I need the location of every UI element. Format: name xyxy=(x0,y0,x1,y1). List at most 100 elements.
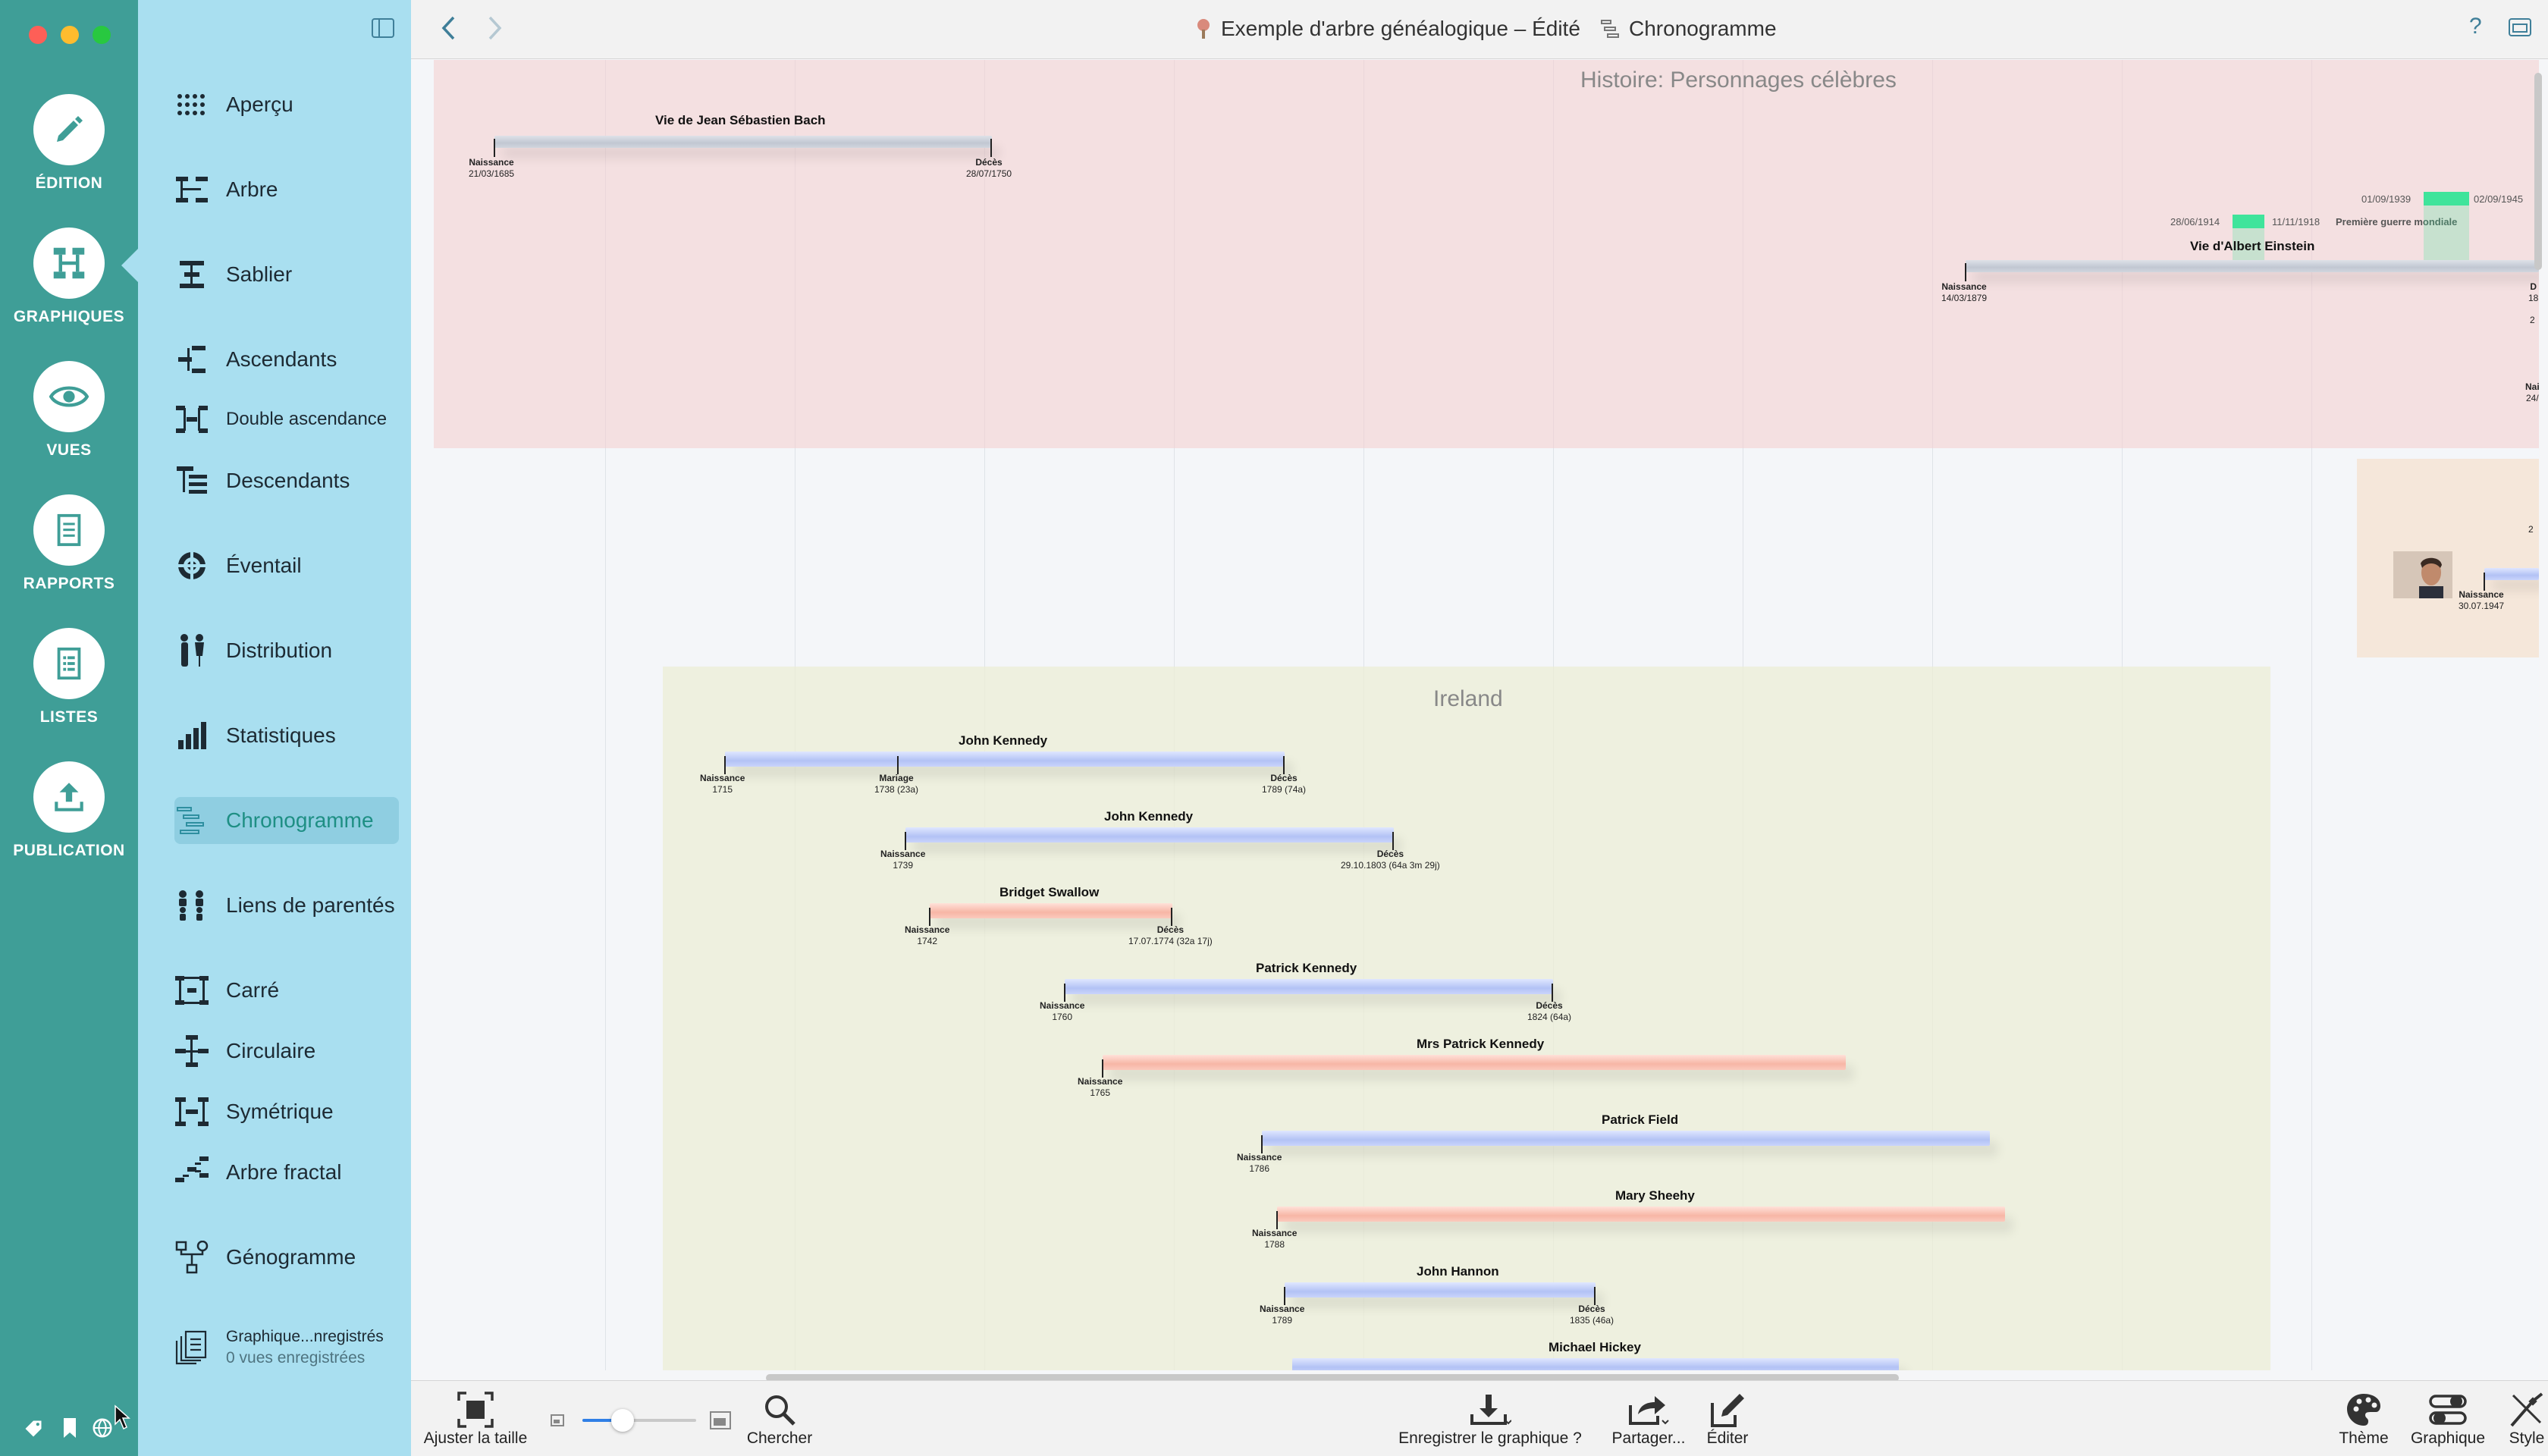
person-life-bar[interactable] xyxy=(930,903,1172,918)
person-life-bar[interactable] xyxy=(725,752,1285,767)
sidebar-item-distribution[interactable]: Distribution xyxy=(174,627,402,674)
einstein-life-bar[interactable] xyxy=(1966,260,2539,272)
death-event: Décès 1789 (74a) xyxy=(1262,773,1306,795)
zoom-slider-thumb[interactable] xyxy=(610,1409,634,1432)
document-title-text: Exemple d'arbre généalogique – Édité xyxy=(1221,17,1580,40)
bar-chart-icon xyxy=(178,722,206,749)
rail-item-listes[interactable]: LISTES xyxy=(0,628,138,726)
bach-life-bar[interactable] xyxy=(494,136,992,148)
sidebar-item-label: Chronogramme xyxy=(226,808,374,832)
fit-size-button[interactable]: Ajuster la taille xyxy=(422,1390,529,1448)
window-header: Exemple d'arbre généalogique – Édité Chr… xyxy=(411,0,2548,59)
sidebar-item-circulaire[interactable]: Circulaire xyxy=(174,1028,402,1075)
person-life-bar[interactable] xyxy=(1103,1055,1846,1070)
portrait-life-bar[interactable] xyxy=(2484,568,2539,580)
sidebar-item-descendants[interactable]: Descendants xyxy=(174,457,402,504)
sidebar-item-genogramme[interactable]: Génogramme xyxy=(174,1234,402,1281)
rail-item-publication[interactable]: PUBLICATION xyxy=(0,761,138,860)
window-icon xyxy=(2509,18,2531,36)
sidebar-item-label: Sablier xyxy=(226,262,293,286)
sidebar-item-double-ascendance[interactable]: Double ascendance xyxy=(174,396,402,443)
person-life-bar[interactable] xyxy=(1285,1282,1596,1298)
eye-icon xyxy=(49,386,89,407)
graph-settings-button[interactable]: Graphique xyxy=(2402,1390,2493,1448)
birth-event: Naissance 1786 xyxy=(1237,1152,1282,1175)
zoom-window-button[interactable] xyxy=(93,26,111,44)
sidebar-item-liens-de-parentes[interactable]: Liens de parentés xyxy=(174,882,402,929)
rail-item-graphiques[interactable]: GRAPHIQUES xyxy=(0,228,138,326)
event-label: Décès xyxy=(1156,924,1185,935)
event-date: 29.10.1803 (64a 3m 29j) xyxy=(1341,860,1440,871)
bookmark-icon[interactable] xyxy=(61,1417,79,1439)
fit-size-label: Ajuster la taille xyxy=(423,1429,528,1447)
event-tick xyxy=(1594,1287,1596,1305)
globe-icon[interactable] xyxy=(91,1417,114,1439)
download-icon xyxy=(1470,1395,1511,1425)
window-mode-button[interactable] xyxy=(2509,18,2531,42)
sidebar-item-apercu[interactable]: Aperçu xyxy=(174,81,402,128)
theme-button[interactable]: Thème xyxy=(2330,1390,2398,1448)
search-button[interactable]: Chercher xyxy=(736,1390,824,1448)
sidebar-item-saved-charts[interactable]: Graphique...nregistrés 0 vues enregistré… xyxy=(174,1320,402,1375)
bach-death-tick xyxy=(990,139,992,157)
event-date: 1789 (74a) xyxy=(1262,784,1307,795)
ww1-start: 28/06/1914 xyxy=(2170,216,2220,228)
family-tree-doc-icon xyxy=(1197,19,1210,39)
person-life-bar[interactable] xyxy=(1262,1131,1990,1146)
ww2-bar[interactable] xyxy=(2424,192,2469,206)
style-button[interactable]: Style xyxy=(2506,1390,2548,1448)
ww1-bar[interactable] xyxy=(2233,215,2264,228)
rail-label: VUES xyxy=(46,441,92,459)
person-life-bar[interactable] xyxy=(1277,1207,2005,1222)
sidebar-item-symetrique[interactable]: Symétrique xyxy=(174,1088,402,1135)
share-button[interactable]: Partager... xyxy=(1603,1390,1694,1448)
saved-charts-count: 0 vues enregistrées xyxy=(226,1349,366,1367)
sidebar-item-sablier[interactable]: Sablier xyxy=(174,251,402,298)
event-tick xyxy=(929,908,930,926)
sidebar-toggle-icon[interactable] xyxy=(372,18,394,42)
edit-pencil-icon xyxy=(1711,1394,1744,1427)
help-button[interactable]: ? xyxy=(2469,14,2482,39)
sidebar-item-chronogramme[interactable]: Chronogramme xyxy=(174,797,399,844)
sidebar-item-statistiques[interactable]: Statistiques xyxy=(174,712,402,759)
person-life-bar[interactable] xyxy=(905,827,1394,843)
back-button[interactable] xyxy=(440,15,457,45)
tag-icon[interactable] xyxy=(23,1418,44,1439)
sidebar-item-arbre-fractal[interactable]: Arbre fractal xyxy=(174,1149,402,1196)
person-life-bar[interactable] xyxy=(1292,1358,1899,1370)
edit-button[interactable]: Éditer xyxy=(1690,1390,1765,1448)
sidebar-item-eventail[interactable]: Éventail xyxy=(174,542,402,589)
event-label: Décès xyxy=(1270,773,1298,783)
save-chart-button[interactable]: Enregistrer le graphique ? xyxy=(1395,1390,1585,1448)
zoom-slider[interactable] xyxy=(582,1409,696,1432)
zoom-out-icon[interactable] xyxy=(551,1414,564,1430)
sidebar-item-ascendants[interactable]: Ascendants xyxy=(174,336,402,383)
rail-item-rapports[interactable]: RAPPORTS xyxy=(0,494,138,593)
rail-item-edition[interactable]: ÉDITION xyxy=(0,94,138,193)
event-label: Naissance xyxy=(905,924,950,935)
sidebar-item-label: Éventail xyxy=(226,554,302,577)
list-icon xyxy=(57,647,81,680)
event-label: Naissance xyxy=(1040,1000,1085,1011)
bach-name: Vie de Jean Sébastien Bach xyxy=(655,113,826,127)
vertical-scrollbar[interactable] xyxy=(2534,73,2542,270)
edge-stub: 2 xyxy=(2528,524,2534,535)
zoom-in-icon[interactable] xyxy=(710,1411,731,1433)
ww2-end: 02/09/1945 xyxy=(2474,193,2524,205)
close-window-button[interactable] xyxy=(29,26,47,44)
sidebar-item-carre[interactable]: Carré xyxy=(174,967,402,1014)
rail-item-vues[interactable]: VUES xyxy=(0,361,138,460)
sidebar-item-arbre[interactable]: Arbre xyxy=(174,166,402,213)
person-photo[interactable] xyxy=(2393,551,2452,598)
birth-event: Naissance 1789 xyxy=(1260,1304,1304,1326)
event-label: D xyxy=(2530,281,2537,292)
event-date: 1824 (64a) xyxy=(1527,1012,1572,1022)
person-life-bar[interactable] xyxy=(1065,979,1553,994)
pencil-icon xyxy=(57,116,83,142)
event-date: 21/03/1685 xyxy=(469,168,515,179)
event-date: 1760 xyxy=(1052,1012,1073,1022)
event-label: Naissance xyxy=(1941,281,1987,292)
forward-button[interactable] xyxy=(487,15,504,45)
minimize-window-button[interactable] xyxy=(61,26,79,44)
timeline-canvas[interactable]: Histoire: Personnages célèbres Vie de Je… xyxy=(416,60,2539,1370)
